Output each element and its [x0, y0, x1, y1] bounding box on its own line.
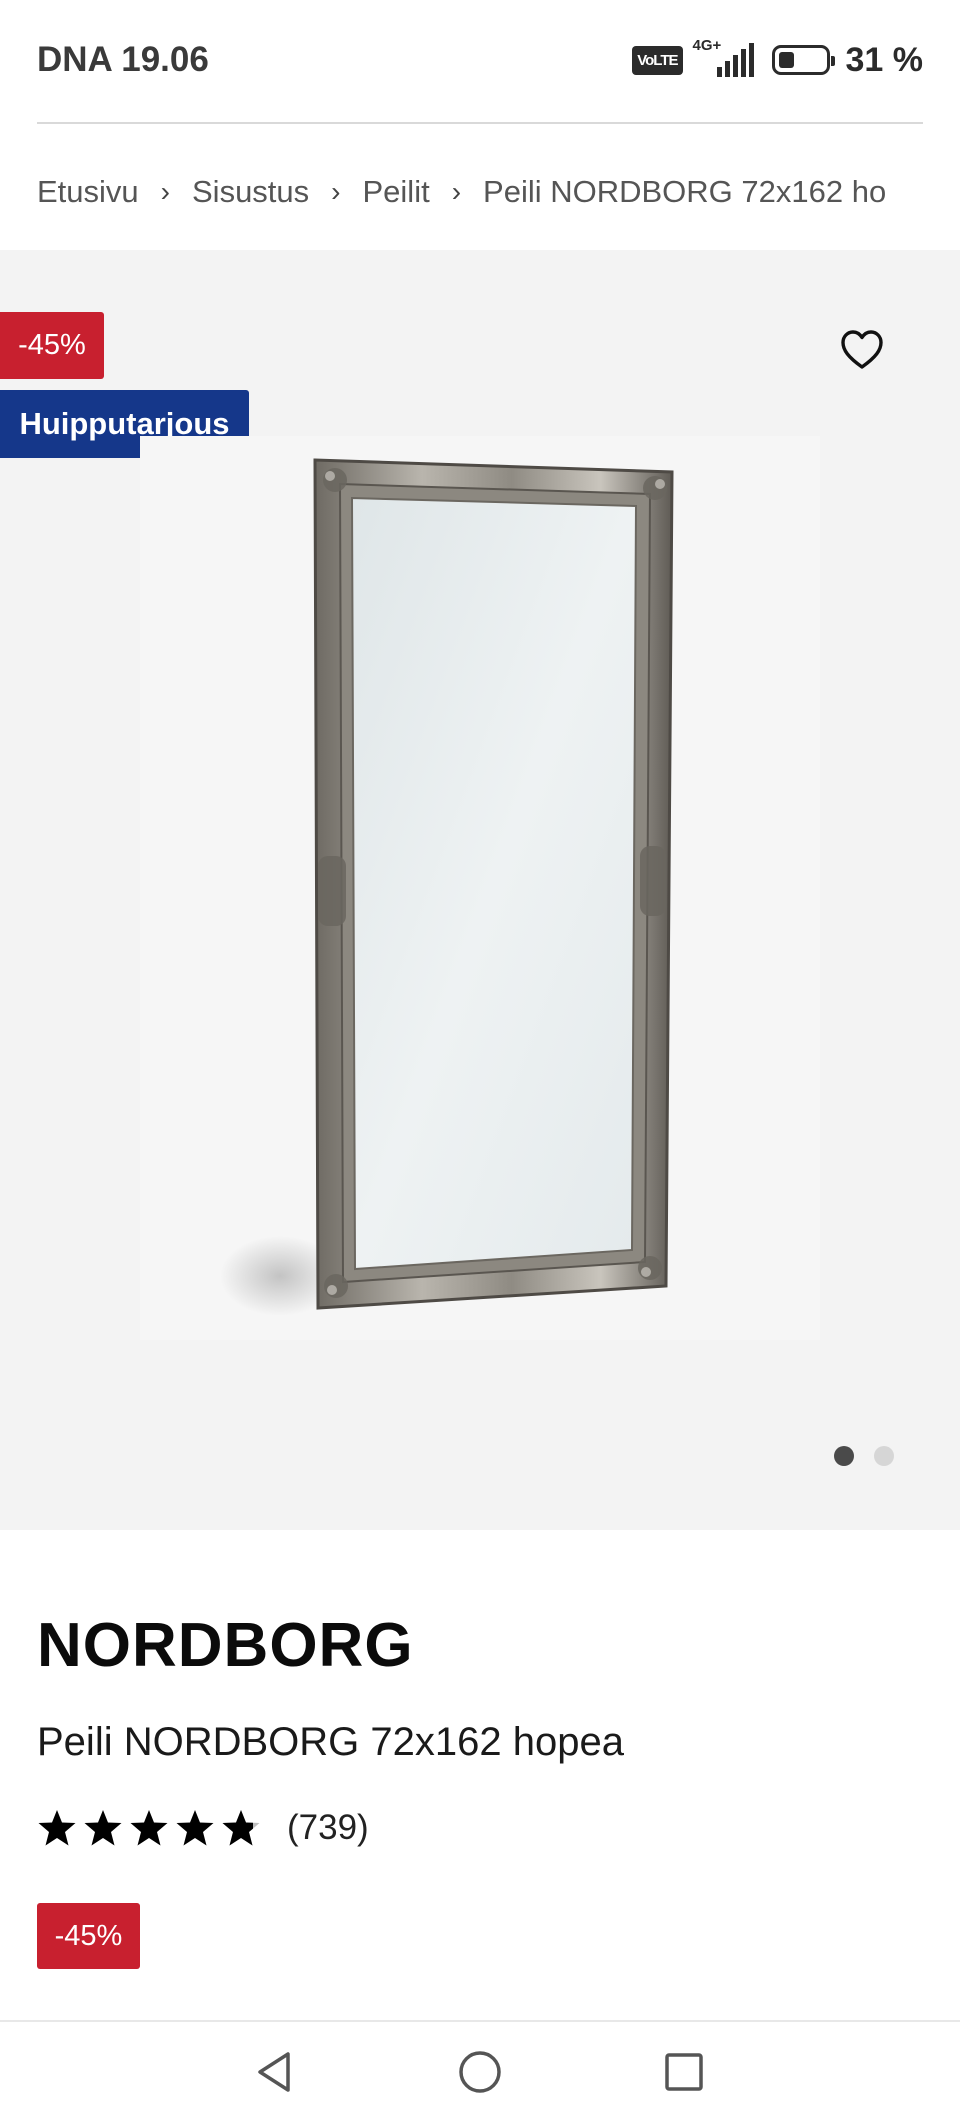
carousel-dots	[834, 1446, 894, 1466]
status-bar: DNA 19.06 VoLTE 4G+ 31 %	[0, 0, 960, 122]
star-icon	[84, 1810, 122, 1846]
breadcrumb-item-current: Peili NORDBORG 72x162 ho	[483, 174, 887, 209]
battery-percent: 31 %	[845, 40, 924, 79]
recents-icon[interactable]	[658, 2046, 710, 2098]
signal-icon: 4G+	[693, 37, 754, 77]
home-icon[interactable]	[454, 2046, 506, 2098]
carousel-dot-1[interactable]	[834, 1446, 854, 1466]
carousel-dot-2[interactable]	[874, 1446, 894, 1466]
price-discount-badge: -45%	[37, 1903, 140, 1969]
star-icon	[130, 1810, 168, 1846]
product-brand: NORDBORG	[37, 1611, 414, 1680]
header-divider	[37, 122, 923, 124]
rating[interactable]: (739)	[37, 1808, 369, 1848]
volte-icon: VoLTE	[632, 45, 683, 75]
chevron-right-icon: ›	[160, 176, 170, 207]
chevron-right-icon: ›	[331, 176, 341, 207]
network-type-label: 4G+	[692, 37, 722, 54]
discount-badge: -45%	[0, 312, 104, 379]
star-partial-icon	[222, 1810, 260, 1846]
rating-stars	[37, 1808, 261, 1848]
heart-icon[interactable]	[838, 326, 886, 374]
breadcrumb: Etusivu › Sisustus › Peilit › Peili NORD…	[37, 170, 923, 214]
status-icons: VoLTE 4G+ 31 %	[632, 37, 924, 80]
product-gallery[interactable]: -45% Huipputarjous	[0, 250, 960, 1530]
review-count[interactable]: (739)	[287, 1808, 369, 1848]
system-nav-bar	[0, 2020, 960, 2122]
carrier-time: DNA 19.06	[37, 40, 209, 79]
product-name: Peili NORDBORG 72x162 hopea	[37, 1720, 624, 1764]
star-icon	[176, 1810, 214, 1846]
battery-icon	[771, 45, 835, 75]
breadcrumb-item-home[interactable]: Etusivu	[37, 174, 139, 210]
breadcrumb-item-peilit[interactable]: Peilit	[363, 174, 430, 210]
chevron-right-icon: ›	[451, 176, 462, 207]
star-icon	[38, 1810, 76, 1846]
back-icon[interactable]	[250, 2046, 302, 2098]
product-image[interactable]	[140, 436, 820, 1340]
breadcrumb-item-sisustus[interactable]: Sisustus	[192, 174, 309, 210]
